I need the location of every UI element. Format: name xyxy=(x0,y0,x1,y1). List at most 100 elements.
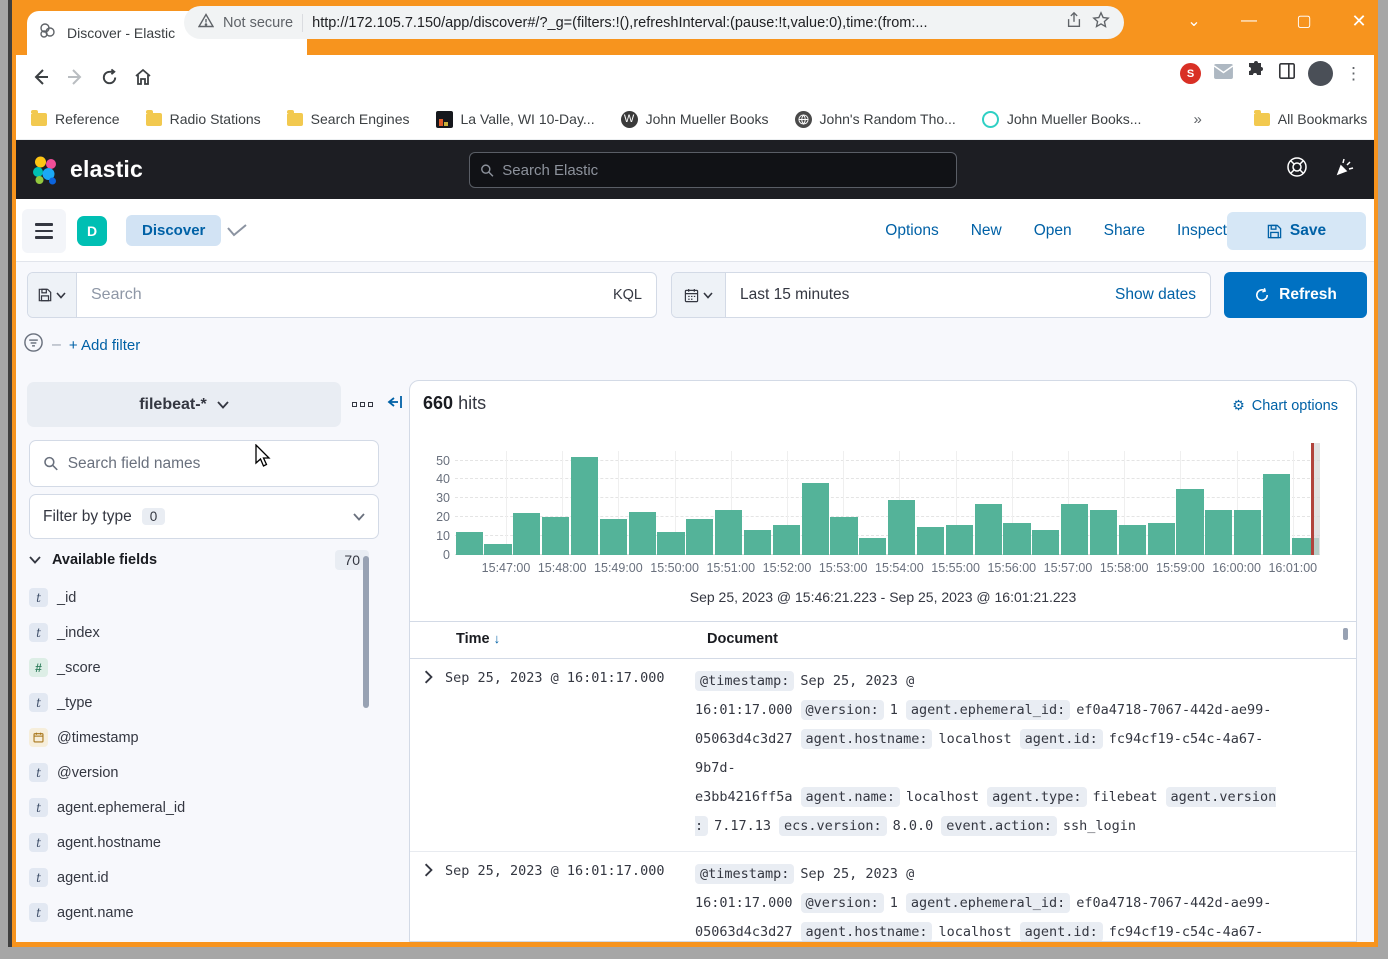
query-bar: KQL xyxy=(27,272,657,318)
breadcrumb[interactable]: Discover xyxy=(126,215,221,246)
histogram-bar xyxy=(859,538,886,555)
reading-list-icon[interactable] xyxy=(1278,62,1296,85)
bookmark-item[interactable]: John Mueller Books... xyxy=(982,111,1142,128)
bookmark-item[interactable]: WJohn Mueller Books xyxy=(621,111,769,128)
chart-y-axis: 01020304050 xyxy=(420,443,450,555)
global-search-input[interactable] xyxy=(502,162,946,179)
kql-language-button[interactable]: KQL xyxy=(599,273,656,317)
nav-link-open[interactable]: Open xyxy=(1034,222,1072,240)
url-text[interactable]: http://172.105.7.150/app/discover#/?_g=(… xyxy=(312,15,1056,31)
nav-menu-icon[interactable] xyxy=(22,209,66,253)
query-search-input[interactable] xyxy=(77,273,599,317)
time-column-header[interactable]: Time ↓ xyxy=(456,631,500,647)
text-field-icon: t xyxy=(29,588,48,607)
histogram-plot[interactable] xyxy=(455,443,1320,555)
available-fields-label: Available fields xyxy=(52,552,324,568)
collapse-sidebar-icon[interactable] xyxy=(386,394,405,415)
chart-x-axis: 15:47:0015:48:0015:49:0015:50:0015:51:00… xyxy=(455,561,1320,577)
histogram-bar xyxy=(657,532,684,555)
extensions-puzzle-icon[interactable] xyxy=(1246,61,1266,86)
all-bookmarks-button[interactable]: All Bookmarks xyxy=(1254,111,1367,127)
bookmark-item[interactable]: Reference xyxy=(31,111,120,127)
address-bar[interactable]: Not secure http://172.105.7.150/app/disc… xyxy=(184,6,1124,39)
document-table-header: Time ↓ Document xyxy=(410,622,1356,658)
index-pattern-select[interactable]: filebeat-* xyxy=(27,382,341,427)
weather-thumbnail-icon xyxy=(436,111,453,128)
newsfeed-icon[interactable] xyxy=(1334,156,1356,183)
share-icon[interactable] xyxy=(1065,11,1083,34)
field-search-input[interactable] xyxy=(68,455,365,473)
elastic-logo[interactable]: elastic xyxy=(16,154,143,186)
field-item[interactable]: t_type xyxy=(29,685,359,720)
saved-query-menu-button[interactable] xyxy=(28,273,77,317)
bookmark-item[interactable]: La Valle, WI 10-Day... xyxy=(436,111,595,128)
window-menu-icon[interactable]: ⌄ xyxy=(1174,6,1214,36)
date-quick-menu-button[interactable] xyxy=(672,273,726,317)
extension-mail-icon[interactable] xyxy=(1213,63,1234,85)
bookmark-item[interactable]: Search Engines xyxy=(287,111,410,127)
mouse-cursor xyxy=(255,444,273,468)
extension-s-icon[interactable]: S xyxy=(1180,63,1201,84)
histogram-bar xyxy=(744,530,771,555)
sidebar-scrollbar[interactable] xyxy=(363,556,369,708)
profile-avatar[interactable] xyxy=(1308,61,1333,86)
filter-menu-icon[interactable] xyxy=(23,332,44,358)
field-item[interactable]: tagent.id xyxy=(29,860,359,895)
nav-link-options[interactable]: Options xyxy=(885,222,938,240)
field-item[interactable]: @timestamp xyxy=(29,720,359,755)
refresh-button[interactable]: Refresh xyxy=(1224,272,1367,318)
sort-descending-icon[interactable]: ↓ xyxy=(494,631,501,646)
forward-icon[interactable] xyxy=(58,60,92,94)
bookmark-item[interactable]: Radio Stations xyxy=(146,111,261,127)
help-icon[interactable] xyxy=(1286,156,1308,183)
bookmarks-overflow-chevron[interactable]: » xyxy=(1193,111,1201,128)
space-avatar[interactable]: D xyxy=(77,216,107,246)
document-table-scrollbar[interactable] xyxy=(1343,628,1348,640)
histogram-bar xyxy=(1176,489,1203,555)
field-settings-icon[interactable] xyxy=(352,402,373,407)
field-item[interactable]: tagent.hostname xyxy=(29,825,359,860)
show-dates-button[interactable]: Show dates xyxy=(1101,273,1210,317)
field-item[interactable]: t_index xyxy=(29,615,359,650)
field-item[interactable]: t_id xyxy=(29,580,359,615)
field-item[interactable]: t@version xyxy=(29,755,359,790)
nav-link-share[interactable]: Share xyxy=(1104,222,1145,240)
save-button[interactable]: Save xyxy=(1227,212,1366,250)
y-tick-label: 30 xyxy=(436,491,450,505)
field-item[interactable]: #_score xyxy=(29,650,359,685)
expand-row-icon[interactable] xyxy=(410,860,445,942)
nav-link-new[interactable]: New xyxy=(971,222,1002,240)
home-icon[interactable] xyxy=(126,60,160,94)
field-search[interactable] xyxy=(29,440,379,487)
table-row: Sep 25, 2023 @ 16:01:17.000@timestamp:Se… xyxy=(410,852,1356,942)
available-fields-header[interactable]: Available fields 70 xyxy=(29,550,369,570)
histogram-bar xyxy=(1119,525,1146,555)
back-icon[interactable] xyxy=(24,60,58,94)
elastic-header: elastic xyxy=(16,140,1374,199)
window-close-icon[interactable]: ✕ xyxy=(1339,6,1379,36)
browser-menu-icon[interactable]: ⋮ xyxy=(1345,64,1362,84)
bookmark-item[interactable]: John's Random Tho... xyxy=(795,111,956,128)
field-name: _score xyxy=(57,660,101,676)
text-field-icon: t xyxy=(29,798,48,817)
time-range-button[interactable]: Last 15 minutes xyxy=(726,273,1101,317)
field-item[interactable]: t agent.ephemeral_id xyxy=(29,790,359,825)
reload-icon[interactable] xyxy=(92,60,126,94)
field-value: localhost xyxy=(938,731,1011,747)
field-name: agent.ephemeral_id xyxy=(57,800,185,816)
histogram-bar xyxy=(513,513,540,555)
nav-link-inspect[interactable]: Inspect xyxy=(1177,222,1227,240)
chart-options-button[interactable]: ⚙ Chart options xyxy=(1232,397,1338,414)
app-toolbar: D Discover Options New Open Share Inspect Sa… xyxy=(16,199,1374,262)
window-minimize-icon[interactable]: — xyxy=(1229,6,1269,36)
field-item[interactable]: tagent.name xyxy=(29,895,359,930)
x-tick-label: 15:50:00 xyxy=(650,561,699,575)
add-filter-button[interactable]: + Add filter xyxy=(69,337,140,354)
filter-by-type-select[interactable]: Filter by type 0 xyxy=(29,494,379,539)
field-value: localhost xyxy=(938,924,1011,940)
window-maximize-icon[interactable]: ▢ xyxy=(1284,6,1324,36)
global-search[interactable] xyxy=(469,152,957,188)
security-label[interactable]: Not secure xyxy=(223,15,293,31)
bookmark-star-icon[interactable] xyxy=(1092,11,1110,34)
expand-row-icon[interactable] xyxy=(410,667,445,841)
